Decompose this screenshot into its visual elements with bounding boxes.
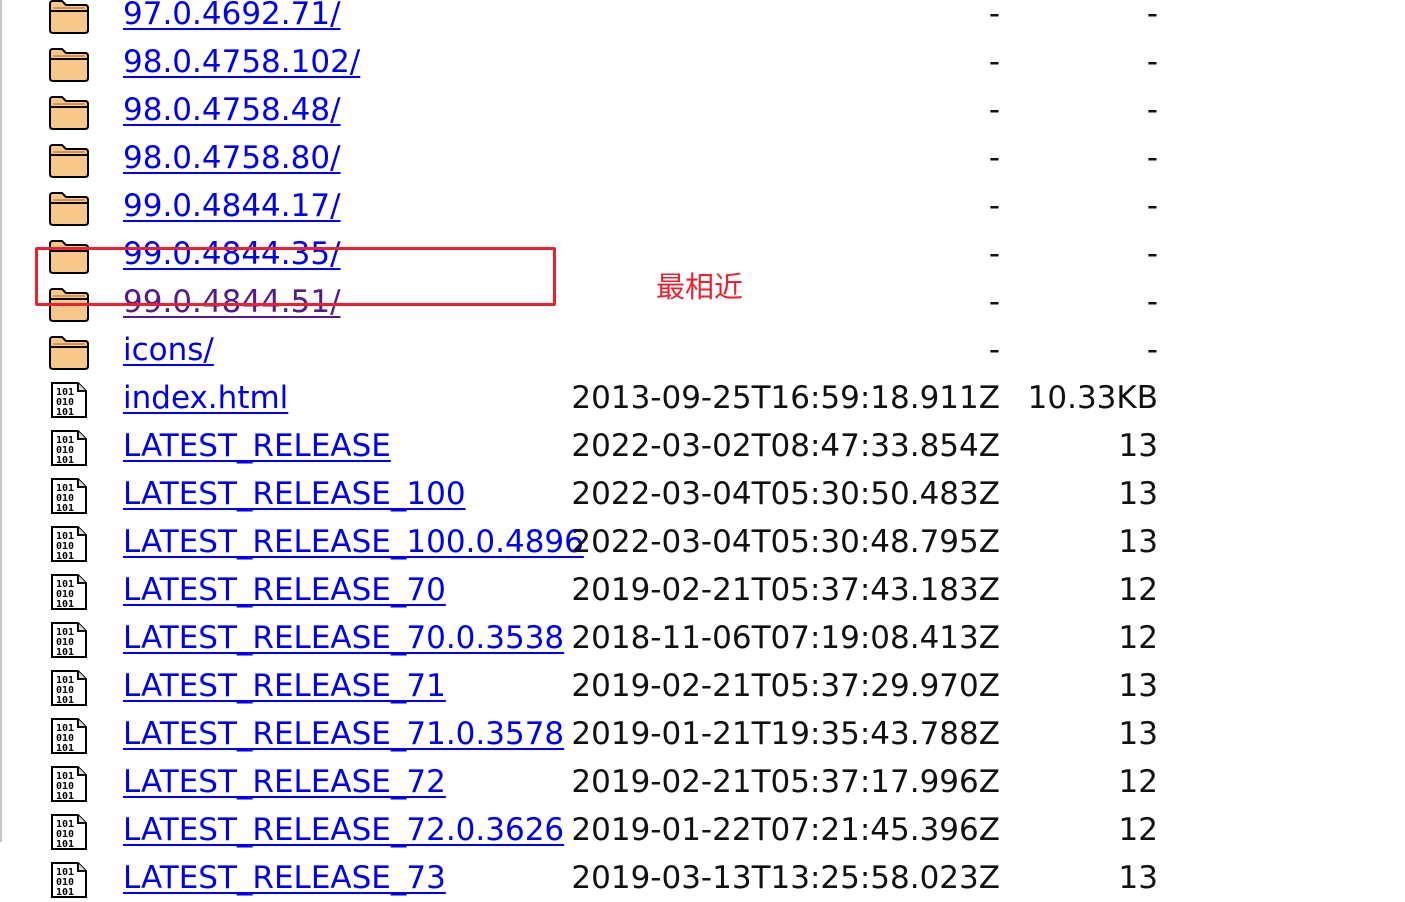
binary-file-icon xyxy=(48,574,90,610)
folder-icon xyxy=(48,46,90,82)
binary-file-icon xyxy=(48,382,90,418)
file-link[interactable]: index.html xyxy=(123,378,288,418)
listing-row: icons/ - - xyxy=(0,326,1405,374)
file-size: - xyxy=(1146,236,1158,272)
modified-date: 2019-02-21T05:37:29.970Z xyxy=(571,668,1000,704)
highlight-box xyxy=(35,247,556,306)
listing-row: 97.0.4692.71/ - - xyxy=(0,0,1405,38)
file-size: 12 xyxy=(1118,620,1158,656)
file-link[interactable]: LATEST_RELEASE_100.0.4896 xyxy=(123,522,584,562)
listing-row: LATEST_RELEASE_71.0.3578 2019-01-21T19:35… xyxy=(0,710,1405,758)
binary-file-icon xyxy=(48,766,90,802)
annotation-label: 最相近 xyxy=(656,270,744,304)
file-link[interactable]: LATEST_RELEASE xyxy=(123,426,391,466)
file-link[interactable]: LATEST_RELEASE_72.0.3626 xyxy=(123,810,564,850)
modified-date: - xyxy=(988,284,1000,320)
listing-row: LATEST_RELEASE_70.0.3538 2018-11-06T07:19… xyxy=(0,614,1405,662)
folder-link[interactable]: 98.0.4758.102/ xyxy=(123,42,360,82)
folder-icon xyxy=(48,142,90,178)
file-size: 13 xyxy=(1118,428,1158,464)
file-link[interactable]: LATEST_RELEASE_73 xyxy=(123,858,446,898)
file-link[interactable]: LATEST_RELEASE_72 xyxy=(123,762,446,802)
listing-row: 98.0.4758.48/ - - xyxy=(0,86,1405,134)
listing-row: 99.0.4844.17/ - - xyxy=(0,182,1405,230)
modified-date: - xyxy=(988,188,1000,224)
modified-date: - xyxy=(988,92,1000,128)
file-size: - xyxy=(1146,284,1158,320)
modified-date: - xyxy=(988,0,1000,32)
file-size: 13 xyxy=(1118,524,1158,560)
folder-link[interactable]: 99.0.4844.17/ xyxy=(123,186,341,226)
file-size: - xyxy=(1146,140,1158,176)
binary-file-icon xyxy=(48,862,90,898)
file-size: 12 xyxy=(1118,764,1158,800)
binary-file-icon xyxy=(48,430,90,466)
listing-row: LATEST_RELEASE_72 2019-02-21T05:37:17.996… xyxy=(0,758,1405,806)
modified-date: - xyxy=(988,332,1000,368)
listing-row: LATEST_RELEASE_100.0.4896 2022-03-04T05:3… xyxy=(0,518,1405,566)
file-size: 13 xyxy=(1118,716,1158,752)
modified-date: 2013-09-25T16:59:18.911Z xyxy=(571,380,1000,416)
modified-date: 2022-03-04T05:30:50.483Z xyxy=(571,476,1000,512)
file-size: 12 xyxy=(1118,812,1158,848)
modified-date: - xyxy=(988,236,1000,272)
modified-date: - xyxy=(988,140,1000,176)
binary-file-icon xyxy=(48,622,90,658)
file-size: - xyxy=(1146,188,1158,224)
file-link[interactable]: LATEST_RELEASE_71.0.3578 xyxy=(123,714,564,754)
binary-file-icon xyxy=(48,814,90,850)
folder-icon xyxy=(48,0,90,34)
listing-row: LATEST_RELEASE_100 2022-03-04T05:30:50.48… xyxy=(0,470,1405,518)
file-size: - xyxy=(1146,92,1158,128)
file-size: - xyxy=(1146,44,1158,80)
file-size: - xyxy=(1146,332,1158,368)
file-link[interactable]: LATEST_RELEASE_71 xyxy=(123,666,446,706)
folder-icon xyxy=(48,94,90,130)
binary-file-icon xyxy=(48,478,90,514)
modified-date: 2019-01-21T19:35:43.788Z xyxy=(571,716,1000,752)
file-size: 13 xyxy=(1118,476,1158,512)
listing-row: index.html 2013-09-25T16:59:18.911Z 10.33K… xyxy=(0,374,1405,422)
modified-date: 2019-02-21T05:37:43.183Z xyxy=(571,572,1000,608)
modified-date: 2019-01-22T07:21:45.396Z xyxy=(571,812,1000,848)
file-link[interactable]: LATEST_RELEASE_70 xyxy=(123,570,446,610)
binary-file-icon xyxy=(48,718,90,754)
file-size: 10.33KB xyxy=(1027,380,1158,416)
listing-row: 98.0.4758.102/ - - xyxy=(0,38,1405,86)
folder-icon xyxy=(48,334,90,370)
binary-file-icon xyxy=(48,526,90,562)
modified-date: 2022-03-04T05:30:48.795Z xyxy=(571,524,1000,560)
modified-date: - xyxy=(988,44,1000,80)
folder-link[interactable]: 97.0.4692.71/ xyxy=(123,0,341,34)
modified-date: 2018-11-06T07:19:08.413Z xyxy=(571,620,1000,656)
listing-row: LATEST_RELEASE_71 2019-02-21T05:37:29.970… xyxy=(0,662,1405,710)
folder-icon xyxy=(48,190,90,226)
listing-row: LATEST_RELEASE_73 2019-03-13T13:25:58.023… xyxy=(0,854,1405,902)
file-link[interactable]: LATEST_RELEASE_100 xyxy=(123,474,466,514)
directory-listing: 97.0.4692.71/- -98.0.4758.102/- -98.0.4758… xyxy=(0,0,1405,902)
file-size: 13 xyxy=(1118,668,1158,704)
modified-date: 2019-02-21T05:37:17.996Z xyxy=(571,764,1000,800)
folder-link[interactable]: icons/ xyxy=(123,330,214,370)
listing-row: 98.0.4758.80/ - - xyxy=(0,134,1405,182)
folder-link[interactable]: 98.0.4758.80/ xyxy=(123,138,341,178)
listing-row: LATEST_RELEASE 2022-03-02T08:47:33.854Z 13 xyxy=(0,422,1405,470)
modified-date: 2022-03-02T08:47:33.854Z xyxy=(571,428,1000,464)
file-link[interactable]: LATEST_RELEASE_70.0.3538 xyxy=(123,618,564,658)
modified-date: 2019-03-13T13:25:58.023Z xyxy=(571,860,1000,896)
file-size: 12 xyxy=(1118,572,1158,608)
file-size: 13 xyxy=(1118,860,1158,896)
folder-link[interactable]: 98.0.4758.48/ xyxy=(123,90,341,130)
file-size: - xyxy=(1146,0,1158,32)
listing-row: LATEST_RELEASE_70 2019-02-21T05:37:43.183… xyxy=(0,566,1405,614)
binary-file-icon xyxy=(48,670,90,706)
listing-row: LATEST_RELEASE_72.0.3626 2019-01-22T07:21… xyxy=(0,806,1405,854)
